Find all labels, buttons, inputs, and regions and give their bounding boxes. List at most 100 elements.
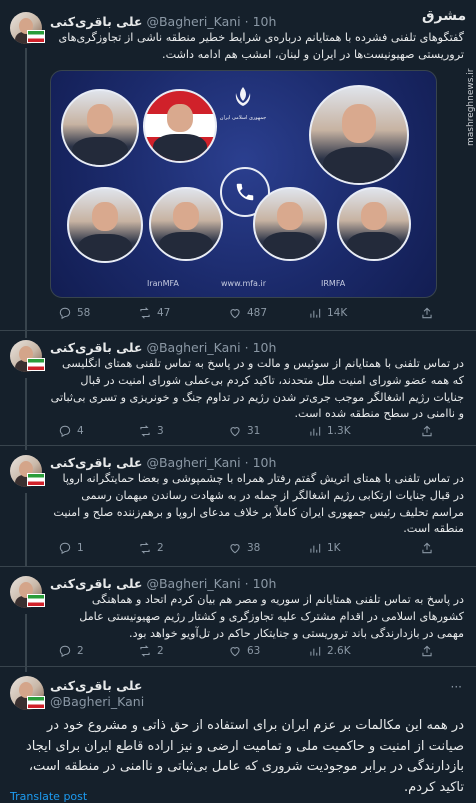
timestamp-separator: ·: [244, 340, 249, 355]
more-options-icon[interactable]: ···: [451, 680, 462, 694]
share-button[interactable]: [420, 306, 434, 320]
views-bar-chart-icon: [310, 308, 321, 318]
thread-line: [25, 378, 27, 450]
like-button[interactable]: 487: [228, 306, 267, 320]
iran-flag-icon: [27, 358, 45, 371]
retweet-button[interactable]: 3: [138, 424, 164, 438]
retweet-icon: [140, 645, 150, 657]
timestamp[interactable]: 10h: [253, 576, 277, 591]
reply-button[interactable]: 1: [58, 541, 84, 555]
like-count: 487: [247, 307, 268, 319]
retweet-icon: [140, 307, 150, 319]
view-count: 1.3K: [327, 425, 351, 437]
timestamp[interactable]: 10h: [253, 14, 277, 29]
minister-photo-malta: [337, 187, 411, 261]
share-icon: [422, 645, 432, 657]
reply-icon: [59, 645, 71, 658]
tweet-media-image[interactable]: جمهوری اسلامی ایران IranMFA www.mfa.ir I…: [50, 70, 437, 298]
retweet-count: 2: [157, 542, 164, 554]
like-button[interactable]: 38: [228, 541, 260, 555]
timestamp-separator: ·: [244, 455, 249, 470]
author-name[interactable]: علی باقری‌کنی: [50, 340, 142, 355]
author-name[interactable]: علی باقری‌کنی: [50, 455, 142, 470]
like-button[interactable]: 63: [228, 644, 260, 658]
author-handle[interactable]: @Bagheri_Kani: [50, 694, 466, 712]
views-button[interactable]: 1.3K: [308, 424, 351, 438]
watermark-logo-text: مشرق: [422, 8, 467, 24]
share-icon: [422, 307, 432, 319]
share-button[interactable]: [420, 424, 434, 438]
author-handle[interactable]: @Bagheri_Kani: [146, 455, 240, 470]
iran-flag-icon: [27, 473, 45, 486]
minister-photo-egypt: [149, 187, 223, 261]
share-icon: [422, 425, 432, 437]
heart-icon: [230, 427, 240, 437]
like-button[interactable]: 31: [228, 424, 260, 438]
reply-count: 2: [77, 645, 84, 657]
retweet-button[interactable]: 2: [138, 541, 164, 555]
timestamp[interactable]: 10h: [253, 340, 277, 355]
thread-line: [25, 614, 27, 672]
iran-flag-icon: [27, 30, 45, 43]
tweet-actions: 58 47 487 14K: [58, 306, 448, 322]
tweet-text: در همه این مکالمات بر عزم ایران برای است…: [26, 718, 464, 795]
author-name[interactable]: علی باقری‌کنی: [50, 14, 142, 29]
views-button[interactable]: 1K: [308, 541, 341, 555]
author-name[interactable]: علی باقری‌کنی: [50, 576, 142, 591]
retweet-button[interactable]: 2: [138, 644, 164, 658]
tweet-actions: 4 3 31 1.3K: [58, 424, 448, 440]
minister-photo-iran: [309, 85, 409, 185]
retweet-button[interactable]: 47: [138, 306, 170, 320]
reply-button[interactable]: 58: [58, 306, 90, 320]
minister-photo-uk: [253, 187, 327, 261]
tweet-text: در تماس تلفنی با همتایانم از سوئیس و مال…: [50, 357, 464, 421]
tweet-2[interactable]: علی باقری‌کنی @Bagheri_Kani · 10h در تما…: [0, 332, 476, 450]
tweet-3[interactable]: علی باقری‌کنی @Bagheri_Kani · 10h در تما…: [0, 447, 476, 567]
thread-line: [25, 493, 27, 567]
author-handle[interactable]: @Bagheri_Kani: [146, 340, 240, 355]
minister-photo-syria: [67, 187, 143, 263]
timestamp[interactable]: 10h: [253, 455, 277, 470]
share-button[interactable]: [420, 644, 434, 658]
reply-icon: [59, 542, 71, 555]
views-bar-chart-icon: [310, 426, 321, 436]
divider: [0, 666, 476, 667]
retweet-count: 47: [157, 307, 171, 319]
tweet-1[interactable]: علی باقری‌کنی @Bagheri_Kani · 10h گفتگوه…: [0, 0, 476, 338]
reply-icon: [59, 425, 71, 438]
minister-photo-austria: [143, 89, 217, 163]
watermark-site: mashreghnews.ir: [466, 68, 476, 146]
author-handle[interactable]: @Bagheri_Kani: [146, 14, 240, 29]
divider: [0, 330, 476, 331]
retweet-icon: [140, 425, 150, 437]
like-count: 38: [247, 542, 261, 554]
retweet-icon: [140, 542, 150, 554]
minister-photo-switzerland: [61, 89, 139, 167]
social-website: www.mfa.ir: [221, 279, 267, 288]
share-button[interactable]: [420, 541, 434, 555]
reply-count: 58: [77, 307, 91, 319]
reply-count: 1: [77, 542, 84, 554]
social-handle-twitter: IRMFA: [321, 279, 346, 288]
views-bar-chart-icon: [310, 646, 321, 656]
iran-flag-icon: [27, 594, 45, 607]
tweet-4[interactable]: علی باقری‌کنی @Bagheri_Kani · 10h در پاس…: [0, 568, 476, 672]
retweet-count: 3: [157, 425, 164, 437]
iran-emblem-icon: جمهوری اسلامی ایران: [219, 85, 267, 123]
main-tweet: علی باقری‌کنی @Bagheri_Kani ··· در همه ا…: [0, 668, 476, 800]
tweet-text: گفتگوهای تلفنی فشرده با همتایانم درباره‌…: [58, 31, 464, 61]
retweet-count: 2: [157, 645, 164, 657]
mashregh-watermark-logo: مشرق: [422, 8, 466, 24]
reply-button[interactable]: 4: [58, 424, 84, 438]
author-handle[interactable]: @Bagheri_Kani: [146, 576, 240, 591]
view-count: 14K: [327, 307, 348, 319]
views-button[interactable]: 2.6K: [308, 644, 351, 658]
heart-icon: [230, 544, 240, 554]
views-button[interactable]: 14K: [308, 306, 347, 320]
reply-button[interactable]: 2: [58, 644, 84, 658]
like-count: 31: [247, 425, 261, 437]
reply-icon: [59, 307, 71, 320]
share-icon: [422, 542, 432, 554]
translate-post-link[interactable]: Translate post: [10, 790, 87, 803]
heart-icon: [230, 647, 240, 657]
